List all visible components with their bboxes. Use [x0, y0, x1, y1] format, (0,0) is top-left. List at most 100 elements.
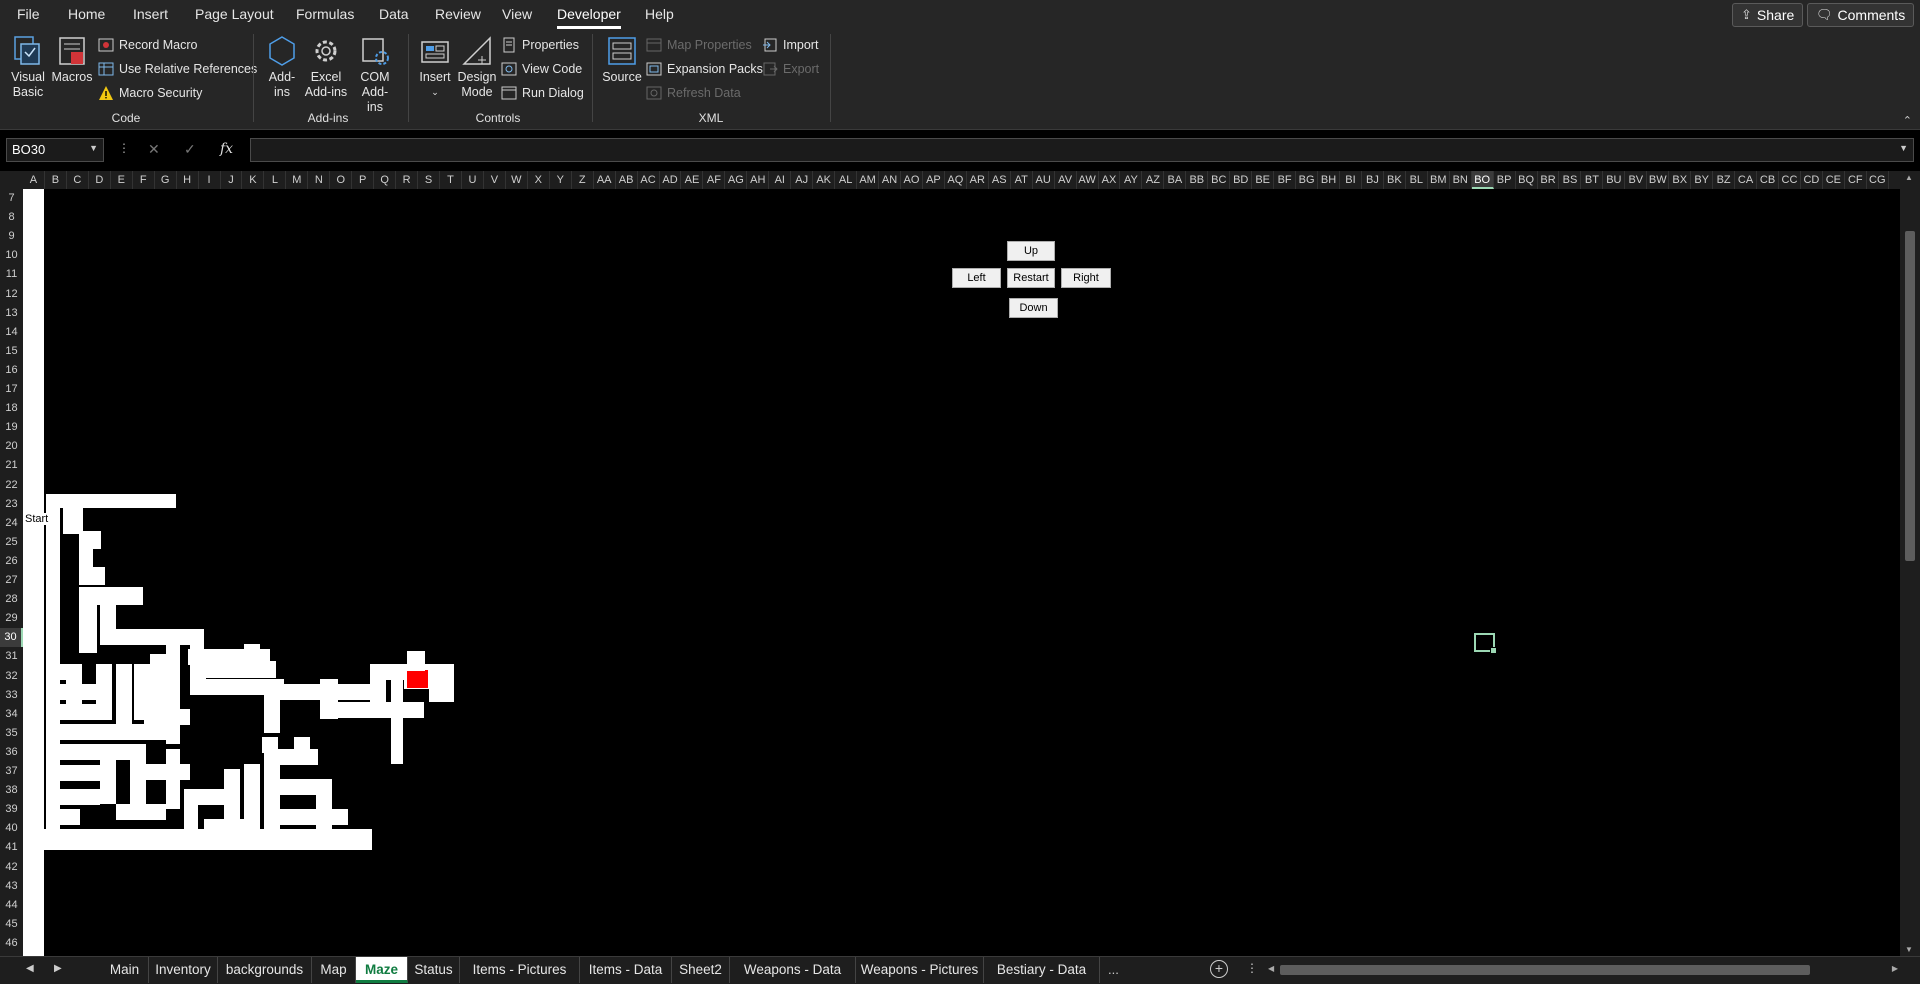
row-header[interactable]: 23 — [0, 495, 23, 514]
row-header[interactable]: 14 — [0, 323, 23, 342]
row-header[interactable]: 22 — [0, 476, 23, 495]
collapse-ribbon-icon[interactable]: ⌃ — [1903, 114, 1912, 127]
column-header[interactable]: BY — [1691, 171, 1714, 189]
xml-source-button[interactable]: Source — [602, 34, 642, 85]
column-header[interactable]: AE — [682, 171, 704, 189]
sheet-tab[interactable]: Items - Pictures — [460, 957, 580, 983]
column-header[interactable]: BQ — [1516, 171, 1538, 189]
insert-control-button[interactable]: Insert ⌄ — [416, 34, 454, 100]
horizontal-scrollbar[interactable]: ◀ ▶ — [1266, 963, 1900, 977]
column-header[interactable]: BT — [1581, 171, 1604, 189]
column-header[interactable]: J — [221, 171, 243, 189]
column-header[interactable]: BR — [1538, 171, 1560, 189]
view-code-button[interactable]: View Code — [501, 61, 582, 77]
properties-button[interactable]: Properties — [501, 37, 579, 53]
column-header[interactable]: E — [111, 171, 133, 189]
column-header[interactable]: W — [506, 171, 528, 189]
column-header[interactable]: H — [177, 171, 199, 189]
row-header[interactable]: 34 — [0, 705, 23, 724]
share-button[interactable]: ⇪ Share — [1732, 3, 1804, 27]
column-header[interactable]: BP — [1494, 171, 1516, 189]
sheet-tab[interactable]: Status — [408, 957, 460, 983]
scroll-right-icon[interactable]: ▶ — [1892, 964, 1898, 973]
sheet-tab[interactable]: Main — [101, 957, 149, 983]
column-header[interactable]: BC — [1208, 171, 1231, 189]
column-header[interactable]: L — [264, 171, 287, 189]
macros-button[interactable]: Macros — [52, 34, 93, 85]
row-header[interactable]: 25 — [0, 533, 23, 552]
row-header[interactable]: 21 — [0, 456, 23, 475]
comments-button[interactable]: 🗨 Comments — [1807, 3, 1915, 27]
column-header[interactable]: BL — [1406, 171, 1428, 189]
column-header[interactable]: U — [462, 171, 484, 189]
sheet-tab[interactable]: Weapons - Data — [730, 957, 856, 983]
column-header[interactable]: BJ — [1362, 171, 1384, 189]
up-button[interactable]: Up — [1007, 241, 1055, 261]
add-sheet-icon[interactable]: + — [1210, 960, 1228, 978]
row-header[interactable]: 17 — [0, 380, 23, 399]
column-header[interactable]: BB — [1186, 171, 1209, 189]
sheet-tab[interactable]: Bestiary - Data — [984, 957, 1100, 983]
row-header[interactable]: 32 — [0, 667, 23, 686]
row-header[interactable]: 44 — [0, 896, 23, 915]
refresh-data-button[interactable]: Refresh Data — [646, 85, 741, 101]
menu-page-layout[interactable]: Page Layout — [195, 6, 274, 22]
row-header[interactable]: 29 — [0, 609, 23, 628]
column-header[interactable]: CC — [1779, 171, 1801, 189]
export-button[interactable]: Export — [762, 61, 819, 77]
column-header[interactable]: R — [396, 171, 419, 189]
column-header[interactable]: G — [155, 171, 177, 189]
column-header[interactable]: BS — [1560, 171, 1582, 189]
column-header[interactable]: CF — [1845, 171, 1867, 189]
menu-view[interactable]: View — [502, 6, 532, 22]
column-header[interactable]: AP — [923, 171, 945, 189]
name-box[interactable]: BO30 ▼ — [6, 138, 104, 162]
left-button[interactable]: Left — [952, 268, 1001, 288]
expand-formula-icon[interactable]: ▼ — [1899, 143, 1908, 153]
row-header[interactable]: 36 — [0, 743, 23, 762]
import-button[interactable]: Import — [762, 37, 818, 53]
row-header[interactable]: 19 — [0, 418, 23, 437]
vertical-scrollbar[interactable]: ▲ ▼ — [1900, 171, 1920, 956]
right-button[interactable]: Right — [1061, 268, 1111, 288]
column-header[interactable]: BF — [1274, 171, 1297, 189]
column-header[interactable]: X — [528, 171, 550, 189]
formula-input[interactable]: ▼ — [250, 138, 1914, 162]
column-header[interactable]: BA — [1164, 171, 1187, 189]
column-header[interactable]: AF — [703, 171, 726, 189]
insert-function-icon[interactable]: fx — [220, 141, 233, 157]
column-header[interactable]: P — [352, 171, 375, 189]
column-header[interactable]: AJ — [791, 171, 814, 189]
addins-button[interactable]: Add-ins — [264, 34, 300, 100]
menu-formulas[interactable]: Formulas — [296, 6, 354, 22]
row-header[interactable]: 28 — [0, 590, 23, 609]
column-header[interactable]: AR — [967, 171, 989, 189]
cancel-icon[interactable]: ✕ — [148, 141, 160, 158]
column-header[interactable]: D — [89, 171, 111, 189]
row-header[interactable]: 42 — [0, 858, 23, 877]
row-header[interactable]: 31 — [0, 647, 23, 666]
row-header[interactable]: 10 — [0, 246, 23, 265]
column-header[interactable]: CG — [1867, 171, 1889, 189]
row-header[interactable]: 38 — [0, 781, 23, 800]
sheet-tab[interactable]: backgrounds — [218, 957, 312, 983]
column-header[interactable]: AZ — [1142, 171, 1165, 189]
row-header[interactable]: 20 — [0, 437, 23, 456]
column-header[interactable]: BD — [1230, 171, 1253, 189]
row-header[interactable]: 26 — [0, 552, 23, 571]
column-header[interactable]: BW — [1647, 171, 1670, 189]
column-header[interactable]: O — [330, 171, 353, 189]
macro-security-button[interactable]: Macro Security — [98, 85, 202, 101]
column-header[interactable]: AK — [813, 171, 836, 189]
expansion-packs-button[interactable]: Expansion Packs — [646, 61, 763, 77]
column-header[interactable]: AH — [747, 171, 770, 189]
column-header[interactable]: BO — [1471, 171, 1494, 189]
column-header[interactable]: F — [133, 171, 155, 189]
column-header[interactable]: S — [418, 171, 441, 189]
row-header[interactable]: 18 — [0, 399, 23, 418]
column-header[interactable]: AU — [1033, 171, 1055, 189]
menu-home[interactable]: Home — [68, 6, 105, 22]
column-header[interactable]: V — [484, 171, 506, 189]
design-mode-button[interactable]: Design Mode — [457, 34, 497, 100]
column-header[interactable]: AQ — [945, 171, 967, 189]
